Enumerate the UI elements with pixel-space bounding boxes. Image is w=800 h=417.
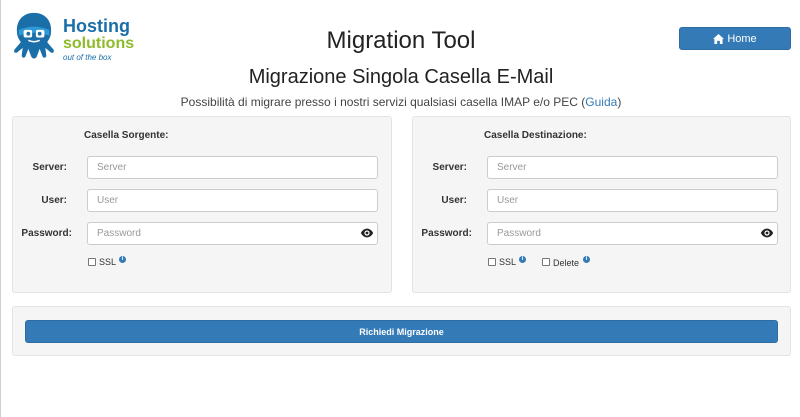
- source-password-input[interactable]: [87, 222, 378, 245]
- destination-server-label: Server:: [432, 162, 467, 173]
- destination-password-input[interactable]: [487, 222, 778, 245]
- home-icon: [713, 33, 725, 44]
- page-subtitle: Migrazione Singola Casella E-Mail: [248, 66, 554, 88]
- destination-panel-title: Casella Destinazione:: [484, 130, 587, 141]
- description-end: ): [617, 95, 622, 109]
- page-description: Possibilità di migrare presso i nostri s…: [1, 95, 800, 109]
- request-migration-button[interactable]: Richiedi Migrazione: [25, 320, 778, 343]
- destination-delete-checkbox[interactable]: [542, 258, 550, 266]
- destination-delete-info-icon[interactable]: i: [583, 256, 590, 263]
- source-server-label: Server:: [32, 162, 67, 173]
- destination-user-input[interactable]: [487, 189, 778, 212]
- destination-ssl-label: SSL: [499, 257, 517, 267]
- source-ssl-label: SSL: [99, 257, 117, 267]
- destination-user-label: User:: [441, 195, 467, 206]
- home-button-label: Home: [727, 32, 757, 45]
- destination-password-label: Password:: [421, 228, 472, 239]
- home-button[interactable]: Home: [679, 27, 791, 50]
- destination-ssl-checkbox[interactable]: [488, 258, 496, 266]
- source-password-label: Password:: [21, 228, 72, 239]
- source-server-input[interactable]: [87, 156, 378, 179]
- description-text: Possibilità di migrare presso i nostri s…: [180, 95, 586, 109]
- guide-link[interactable]: Guida: [585, 95, 617, 109]
- destination-server-input[interactable]: [487, 156, 778, 179]
- show-password-eye-icon[interactable]: [360, 226, 374, 240]
- destination-ssl-info-icon[interactable]: i: [519, 256, 526, 263]
- destination-delete-label: Delete: [553, 258, 580, 268]
- source-panel-title: Casella Sorgente:: [84, 130, 169, 141]
- source-user-input[interactable]: [87, 189, 378, 212]
- source-ssl-checkbox[interactable]: [88, 258, 96, 266]
- show-password-eye-icon[interactable]: [760, 226, 774, 240]
- source-ssl-info-icon[interactable]: i: [119, 256, 126, 263]
- source-user-label: User:: [41, 195, 67, 206]
